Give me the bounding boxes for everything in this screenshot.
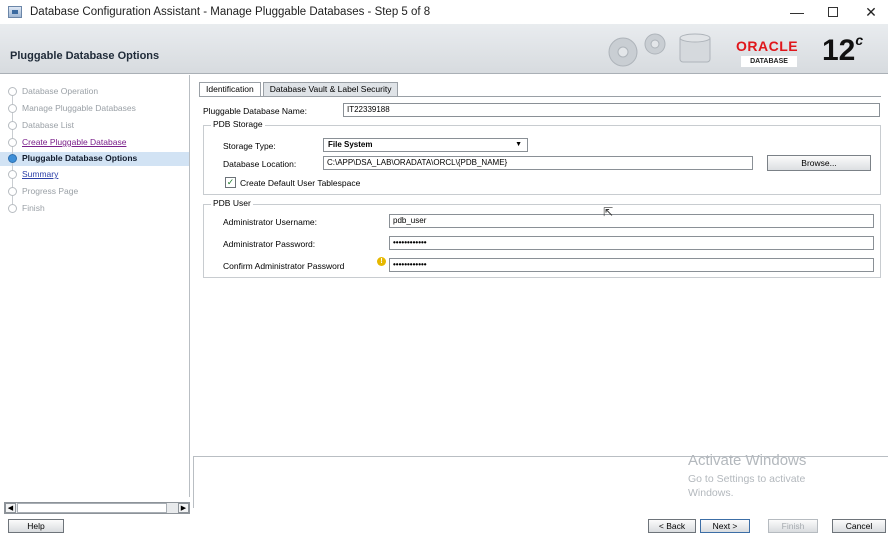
tab-identification[interactable]: Identification [199, 82, 261, 96]
header-banner: Pluggable Database Options ORACLE DATABA… [0, 24, 888, 74]
button-bar: Help < Back Next > Finish Cancel [0, 514, 888, 533]
activate-windows-watermark: Activate Windows Go to Settings to activ… [688, 452, 806, 500]
gears-graphic-icon [608, 33, 711, 67]
confirm-password-label: Confirm Administrator Password [223, 261, 345, 271]
tab-database-vault[interactable]: Database Vault & Label Security [262, 82, 399, 96]
close-button[interactable]: ✕ [852, 0, 888, 24]
help-button[interactable]: Help [8, 519, 64, 533]
oracle-database-label: DATABASE [741, 56, 797, 67]
oracle-version: 12c [822, 32, 864, 68]
admin-username-label: Administrator Username: [223, 217, 318, 227]
scroll-left-icon[interactable]: ◀ [5, 503, 16, 513]
watermark-title: Activate Windows [688, 452, 807, 469]
cancel-button[interactable]: Cancel [832, 519, 886, 533]
step-manage-pluggable-databases: Manage Pluggable Databases [22, 103, 136, 113]
scroll-right-icon[interactable]: ▶ [178, 503, 189, 513]
step-dot-icon [8, 87, 17, 96]
next-button[interactable]: Next > [700, 519, 750, 533]
pdb-name-input[interactable]: IT22339188 [343, 103, 880, 117]
confirm-password-input[interactable]: •••••••••••• [389, 258, 874, 272]
steps-panel: Database Operation Manage Pluggable Data… [0, 75, 190, 497]
maximize-icon [828, 7, 838, 17]
step-pluggable-database-options: Pluggable Database Options [22, 153, 138, 163]
tab-strip: Identification Database Vault & Label Se… [199, 82, 400, 96]
watermark-line-2: Go to Settings to activate [688, 473, 806, 485]
storage-type-label: Storage Type: [223, 141, 276, 151]
tab-divider [199, 96, 881, 97]
step-create-pluggable-database[interactable]: Create Pluggable Database [22, 137, 126, 147]
step-summary[interactable]: Summary [22, 169, 58, 179]
main-content: Identification Database Vault & Label Se… [193, 75, 888, 453]
steps-horizontal-scrollbar[interactable]: ◀ ▶ [4, 502, 190, 514]
step-database-operation: Database Operation [22, 86, 99, 96]
step-dot-icon [8, 170, 17, 179]
warning-icon: ! [377, 257, 386, 266]
browse-button[interactable]: Browse... [767, 155, 871, 171]
storage-type-select[interactable]: File System ▼ [323, 138, 528, 152]
oracle-brand: ORACLE [736, 38, 799, 54]
mouse-cursor-icon: ⇱ [603, 205, 614, 219]
version-suffix: c [855, 32, 864, 48]
watermark-line-3: Windows. [688, 487, 734, 499]
step-finish: Finish [22, 203, 45, 213]
maximize-button[interactable] [814, 0, 852, 24]
step-dot-icon [8, 138, 17, 147]
finish-button: Finish [768, 519, 818, 533]
db-location-label: Database Location: [223, 159, 297, 169]
admin-password-label: Administrator Password: [223, 239, 316, 249]
step-dot-icon [8, 204, 17, 213]
pdb-name-label: Pluggable Database Name: [203, 106, 307, 116]
page-title: Pluggable Database Options [10, 50, 160, 62]
pdb-user-title: PDB User [211, 198, 253, 208]
scrollbar-thumb[interactable] [17, 503, 167, 513]
pdb-storage-title: PDB Storage [211, 119, 265, 129]
oracle-logo: ORACLE DATABASE [736, 38, 816, 68]
admin-username-input[interactable]: pdb_user [389, 214, 874, 228]
window-titlebar: Database Configuration Assistant - Manag… [0, 0, 888, 24]
db-location-input[interactable]: C:\APP\DSA_LAB\ORADATA\ORCL\{PDB_NAME} [323, 156, 753, 170]
step-dot-icon [8, 121, 17, 130]
admin-password-input[interactable]: •••••••••••• [389, 236, 874, 250]
chevron-down-icon: ▼ [515, 141, 522, 148]
back-button[interactable]: < Back [648, 519, 696, 533]
version-number: 12 [822, 34, 856, 67]
step-progress-page: Progress Page [22, 186, 79, 196]
storage-type-value: File System [328, 140, 373, 149]
window-title: Database Configuration Assistant - Manag… [30, 6, 431, 18]
step-database-list: Database List [22, 120, 74, 130]
app-icon [8, 6, 22, 18]
default-tablespace-checkbox[interactable]: ✓ [225, 177, 236, 188]
step-dot-icon [8, 187, 17, 196]
default-tablespace-label: Create Default User Tablespace [240, 178, 361, 188]
step-current-icon [8, 154, 17, 163]
minimize-button[interactable]: — [778, 0, 816, 24]
step-dot-icon [8, 104, 17, 113]
